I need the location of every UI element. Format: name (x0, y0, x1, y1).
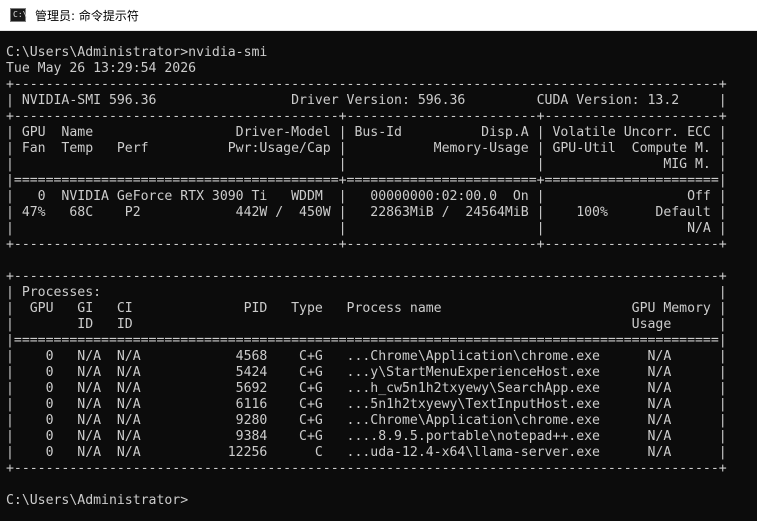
console-line: | | | MIG M. | (6, 157, 727, 172)
console-line: Tue May 26 13:29:54 2026 (6, 61, 197, 76)
console-line: | GPU Name Driver-Model | Bus-Id Disp.A … (6, 125, 727, 140)
console-line: | Processes: | (6, 285, 727, 300)
console-line: | 0 N/A N/A 9280 C+G ...Chrome\Applicati… (6, 413, 727, 428)
console-line: +---------------------------------------… (6, 461, 727, 476)
console-line: +---------------------------------------… (6, 109, 727, 124)
console-line: | | | N/A | (6, 221, 727, 236)
console-line: |=======================================… (6, 333, 727, 348)
console-line: | 0 NVIDIA GeForce RTX 3090 Ti WDDM | 00… (6, 189, 727, 204)
console-line: +---------------------------------------… (6, 269, 727, 284)
console-output[interactable]: C:\Users\Administrator>nvidia-smi Tue May… (0, 31, 757, 521)
console-line: | 47% 68C P2 442W / 450W | 22863MiB / 24… (6, 205, 727, 220)
window-title: 管理员: 命令提示符 (35, 8, 139, 23)
console-line: | 0 N/A N/A 5692 C+G ...h_cw5n1h2txyewy\… (6, 381, 727, 396)
console-line: | Fan Temp Perf Pwr:Usage/Cap | Memory-U… (6, 141, 727, 156)
console-line: +---------------------------------------… (6, 77, 727, 92)
console-line: | 0 N/A N/A 5424 C+G ...y\StartMenuExper… (6, 365, 727, 380)
console-line: | 0 N/A N/A 4568 C+G ...Chrome\Applicati… (6, 349, 727, 364)
command-prompt-line: C:\Users\Administrator> (6, 493, 189, 508)
console-line: | NVIDIA-SMI 596.36 Driver Version: 596.… (6, 93, 727, 108)
console-line: | GPU GI CI PID Type Process name GPU Me… (6, 301, 727, 316)
console-line: C:\Users\Administrator>nvidia-smi (6, 45, 268, 60)
cmd-prompt-icon: C:\ (10, 8, 27, 22)
console-line: | 0 N/A N/A 6116 C+G ...5n1h2txyewy\Text… (6, 397, 727, 412)
console-line: |=======================================… (6, 173, 727, 188)
console-line: +---------------------------------------… (6, 237, 727, 252)
console-line: | ID ID Usage | (6, 317, 727, 332)
window-titlebar[interactable]: C:\ 管理员: 命令提示符 (0, 0, 757, 31)
console-line: | 0 N/A N/A 12256 C ...uda-12.4-x64\llam… (6, 445, 727, 460)
console-line: | 0 N/A N/A 9384 C+G ....8.9.5.portable\… (6, 429, 727, 444)
